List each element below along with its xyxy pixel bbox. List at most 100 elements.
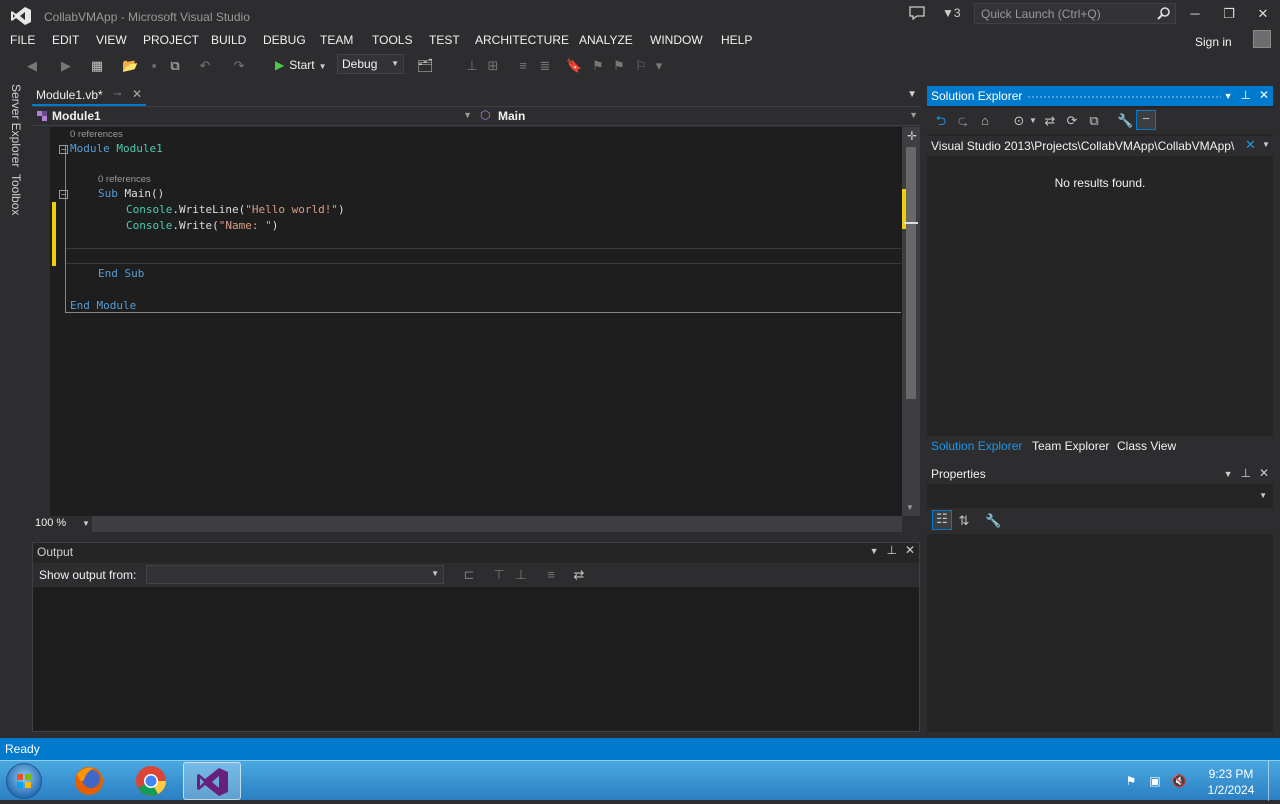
show-desktop-button[interactable] — [1268, 761, 1280, 801]
uncomment-icon[interactable]: ≣ — [537, 58, 553, 74]
close-window-button[interactable]: ✕ — [1253, 6, 1273, 24]
toolbox-tab[interactable]: Toolbox — [9, 174, 23, 215]
sync-with-document-icon[interactable]: ⇄ — [1042, 113, 1058, 129]
split-window-icon[interactable]: ✛ — [907, 129, 917, 143]
toolbar-overflow-icon[interactable]: ▾ — [651, 58, 667, 74]
redo-icon[interactable]: ↷ — [231, 58, 247, 74]
network-icon[interactable]: ▣ — [1147, 774, 1163, 788]
menu-debug[interactable]: DEBUG — [263, 33, 306, 47]
menu-test[interactable]: TEST — [429, 33, 460, 47]
output-text-area[interactable] — [33, 587, 919, 731]
preview-selected-items-icon[interactable]: − — [1136, 110, 1156, 130]
menu-edit[interactable]: EDIT — [52, 33, 79, 47]
taskbar-chrome[interactable] — [122, 762, 180, 800]
pin-icon[interactable]: ⊥ — [886, 543, 896, 557]
horizontal-scrollbar[interactable] — [92, 516, 902, 532]
clear-search-icon[interactable]: ✕ — [1245, 137, 1256, 153]
zoom-level[interactable]: 100 % — [35, 517, 66, 529]
type-dropdown[interactable]: Module1 ▼ — [32, 107, 474, 125]
undo-icon[interactable]: ↶ — [197, 58, 213, 74]
scroll-down-icon[interactable]: ▼ — [906, 503, 914, 512]
menu-window[interactable]: WINDOW — [650, 33, 703, 47]
quick-launch-input[interactable]: Quick Launch (Ctrl+Q) — [974, 3, 1176, 24]
back-icon[interactable]: ⮌ — [933, 113, 949, 129]
menu-architecture[interactable]: ARCHITECTURE — [475, 33, 569, 47]
clear-all-icon[interactable]: ≡ — [543, 567, 559, 583]
save-icon[interactable]: ▪ — [146, 58, 162, 74]
output-source-select[interactable]: ▼ — [146, 565, 444, 584]
prev-bookmark-icon[interactable]: ⚑ — [590, 58, 606, 74]
codelens-references[interactable]: 0 references — [70, 129, 123, 140]
action-center-flag-icon[interactable]: ⚑ — [1123, 774, 1139, 788]
codelens-references[interactable]: 0 references — [98, 174, 151, 185]
system-clock[interactable]: 9:23 PM 1/2/2024 — [1201, 766, 1261, 798]
windows-start-button[interactable] — [6, 763, 42, 799]
open-file-icon[interactable]: 📂 — [122, 58, 138, 74]
vertical-scrollbar[interactable]: ✛ ▼ — [902, 127, 920, 516]
find-in-files-icon[interactable]: 🗂 — [417, 58, 434, 74]
close-tab-icon[interactable]: ✕ — [132, 87, 142, 101]
navigate-back-icon[interactable]: ◀ — [24, 58, 40, 74]
align-icon[interactable]: ⊥ — [464, 58, 480, 74]
new-project-icon[interactable]: ▦ — [89, 58, 105, 74]
volume-muted-icon[interactable]: 🔇 — [1171, 774, 1187, 788]
code-editor[interactable]: 0 references − Module Module1 0 referenc… — [32, 127, 902, 516]
pin-icon[interactable]: ⊥ — [1240, 466, 1250, 480]
minimize-button[interactable]: ─ — [1185, 6, 1205, 24]
close-panel-icon[interactable]: ✕ — [1259, 466, 1269, 480]
categorized-icon[interactable]: ☷ — [932, 510, 952, 530]
format-icon[interactable]: ⊞ — [485, 58, 501, 74]
taskbar-firefox[interactable] — [60, 762, 118, 800]
search-icon[interactable] — [1157, 6, 1171, 23]
menu-build[interactable]: BUILD — [211, 33, 246, 47]
collapse-all-icon[interactable]: ⧉ — [1086, 113, 1102, 129]
word-wrap-icon[interactable]: ⇄ — [571, 567, 587, 583]
find-message-icon[interactable]: ⊏ — [461, 567, 477, 583]
window-position-dropdown-icon[interactable]: ▼ — [1224, 469, 1233, 479]
solution-explorer-search[interactable]: Visual Studio 2013\Projects\CollabVMApp\… — [927, 136, 1273, 156]
menu-file[interactable]: FILE — [10, 33, 35, 47]
clear-bookmarks-icon[interactable]: ⚐ — [633, 58, 649, 74]
chevron-down-icon[interactable]: ▼ — [1025, 113, 1041, 129]
server-explorer-tab[interactable]: Server Explorer — [9, 84, 23, 167]
menu-tools[interactable]: TOOLS — [372, 33, 412, 47]
properties-wrench-icon[interactable]: 🔧 — [1117, 113, 1133, 129]
menu-view[interactable]: VIEW — [96, 33, 127, 47]
menu-analyze[interactable]: ANALYZE — [579, 33, 633, 47]
collapse-toggle[interactable]: − — [59, 145, 68, 154]
tab-team-explorer[interactable]: Team Explorer — [1032, 439, 1109, 453]
tab-class-view[interactable]: Class View — [1117, 439, 1176, 453]
member-dropdown[interactable]: ⬡ Main ▼ — [478, 107, 920, 125]
bookmark-icon[interactable]: 🔖 — [566, 58, 582, 74]
indicator-margin[interactable] — [32, 127, 50, 516]
chevron-down-icon[interactable]: ▼ — [1262, 140, 1270, 149]
refresh-icon[interactable]: ⟳ — [1064, 113, 1080, 129]
tab-module1-vb[interactable]: Module1.vb* ⊸ ✕ — [32, 86, 146, 106]
next-bookmark-icon[interactable]: ⚑ — [611, 58, 627, 74]
chevron-down-icon[interactable]: ▼ — [82, 519, 90, 528]
navigate-forward-icon[interactable]: ▶ — [58, 58, 74, 74]
close-panel-icon[interactable]: ✕ — [1259, 88, 1269, 102]
start-debugging-button[interactable]: ▶ Start ▼ — [275, 56, 327, 76]
window-position-dropdown-icon[interactable]: ▼ — [1224, 91, 1233, 101]
previous-message-icon[interactable]: ⊤ — [491, 567, 507, 583]
pin-icon[interactable]: ⊥ — [1240, 88, 1250, 102]
tab-overflow-dropdown-icon[interactable]: ▼ — [907, 89, 917, 100]
taskbar-visual-studio[interactable] — [183, 762, 241, 800]
menu-team[interactable]: TEAM — [320, 33, 353, 47]
forward-icon[interactable]: ⮎ — [955, 113, 971, 129]
pin-icon[interactable]: ⊸ — [113, 89, 121, 100]
menu-help[interactable]: HELP — [721, 33, 752, 47]
properties-object-select[interactable]: ▼ — [927, 486, 1273, 506]
next-message-icon[interactable]: ⊥ — [513, 567, 529, 583]
tab-solution-explorer[interactable]: Solution Explorer — [931, 439, 1022, 453]
scrollbar-thumb[interactable] — [906, 147, 916, 399]
notifications-button[interactable]: ▼3 — [942, 6, 961, 24]
property-pages-wrench-icon[interactable]: 🔧 — [985, 513, 1001, 529]
collapse-toggle[interactable]: − — [59, 190, 68, 199]
user-avatar-icon[interactable] — [1253, 30, 1271, 48]
solution-configuration-select[interactable]: Debug ▼ — [337, 54, 404, 74]
drag-grip[interactable] — [1027, 95, 1221, 99]
save-all-icon[interactable]: ⧉ — [167, 58, 183, 74]
comment-icon[interactable]: ≡ — [515, 58, 531, 74]
